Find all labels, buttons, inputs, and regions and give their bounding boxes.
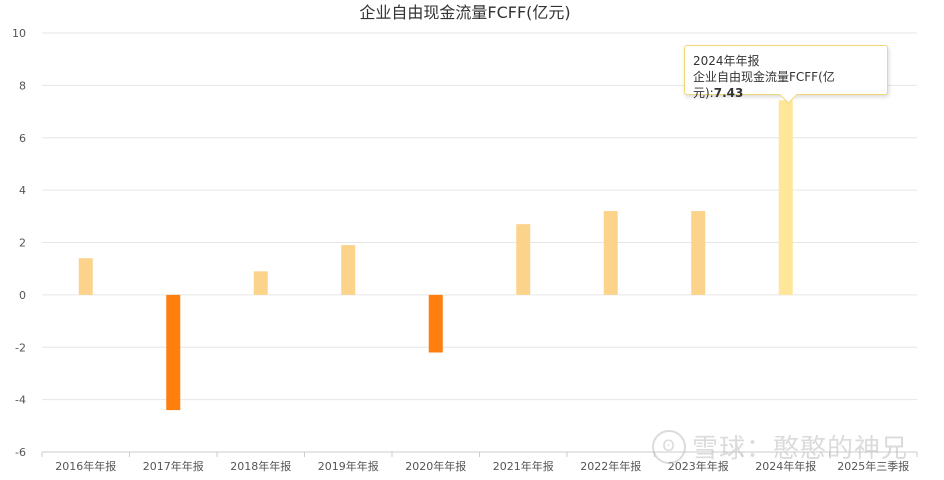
y-tick-label: 10 — [12, 27, 26, 40]
bar-2020年年报[interactable] — [428, 294, 443, 353]
bar-2017年年报[interactable] — [166, 294, 181, 411]
y-tick-label: 0 — [19, 289, 26, 302]
x-tick-label: 2020年年报 — [405, 459, 466, 473]
y-tick-label: 2 — [19, 237, 26, 250]
data-tooltip: 2024年年报 企业自由现金流量FCFF(亿元):7.43 — [684, 45, 888, 104]
x-tick-label: 2021年年报 — [493, 459, 554, 473]
bar-2024年年报[interactable] — [778, 100, 793, 295]
x-tick-label: 2018年年报 — [230, 459, 291, 473]
y-tick-label: -4 — [15, 394, 26, 407]
bar-2016年年报[interactable] — [78, 258, 93, 295]
bar-2018年年报[interactable] — [253, 271, 268, 295]
y-tick-label: -2 — [15, 341, 26, 354]
x-tick-label: 2017年年报 — [143, 459, 204, 473]
y-axis: 10 8 6 4 2 0 -2 -4 -6 — [12, 27, 26, 459]
watermark-text: 雪球：憨憨的神兄 — [692, 434, 909, 464]
x-tick-label: 2019年年报 — [318, 459, 379, 473]
watermark: ʘ 雪球：憨憨的神兄 — [652, 428, 908, 467]
chart-title: 企业自由现金流量FCFF(亿元) — [359, 3, 570, 22]
y-tick-label: 8 — [19, 79, 26, 92]
y-tick-label: 6 — [19, 132, 26, 145]
bar-2019年年报[interactable] — [341, 245, 356, 295]
y-tick-label: -6 — [15, 446, 26, 459]
tooltip-category: 2024年年报 — [693, 54, 760, 68]
x-tick-label: 2016年年报 — [55, 459, 116, 473]
bar-2023年年报[interactable] — [691, 211, 706, 295]
bar-2021年年报[interactable] — [516, 224, 531, 295]
bar-2022年年报[interactable] — [603, 211, 618, 295]
x-tick-label: 2022年年报 — [580, 459, 641, 473]
y-tick-label: 4 — [19, 184, 26, 197]
snowball-logo-icon: ʘ — [652, 429, 686, 464]
tooltip-value: 7.43 — [713, 86, 744, 100]
bars — [78, 100, 793, 411]
